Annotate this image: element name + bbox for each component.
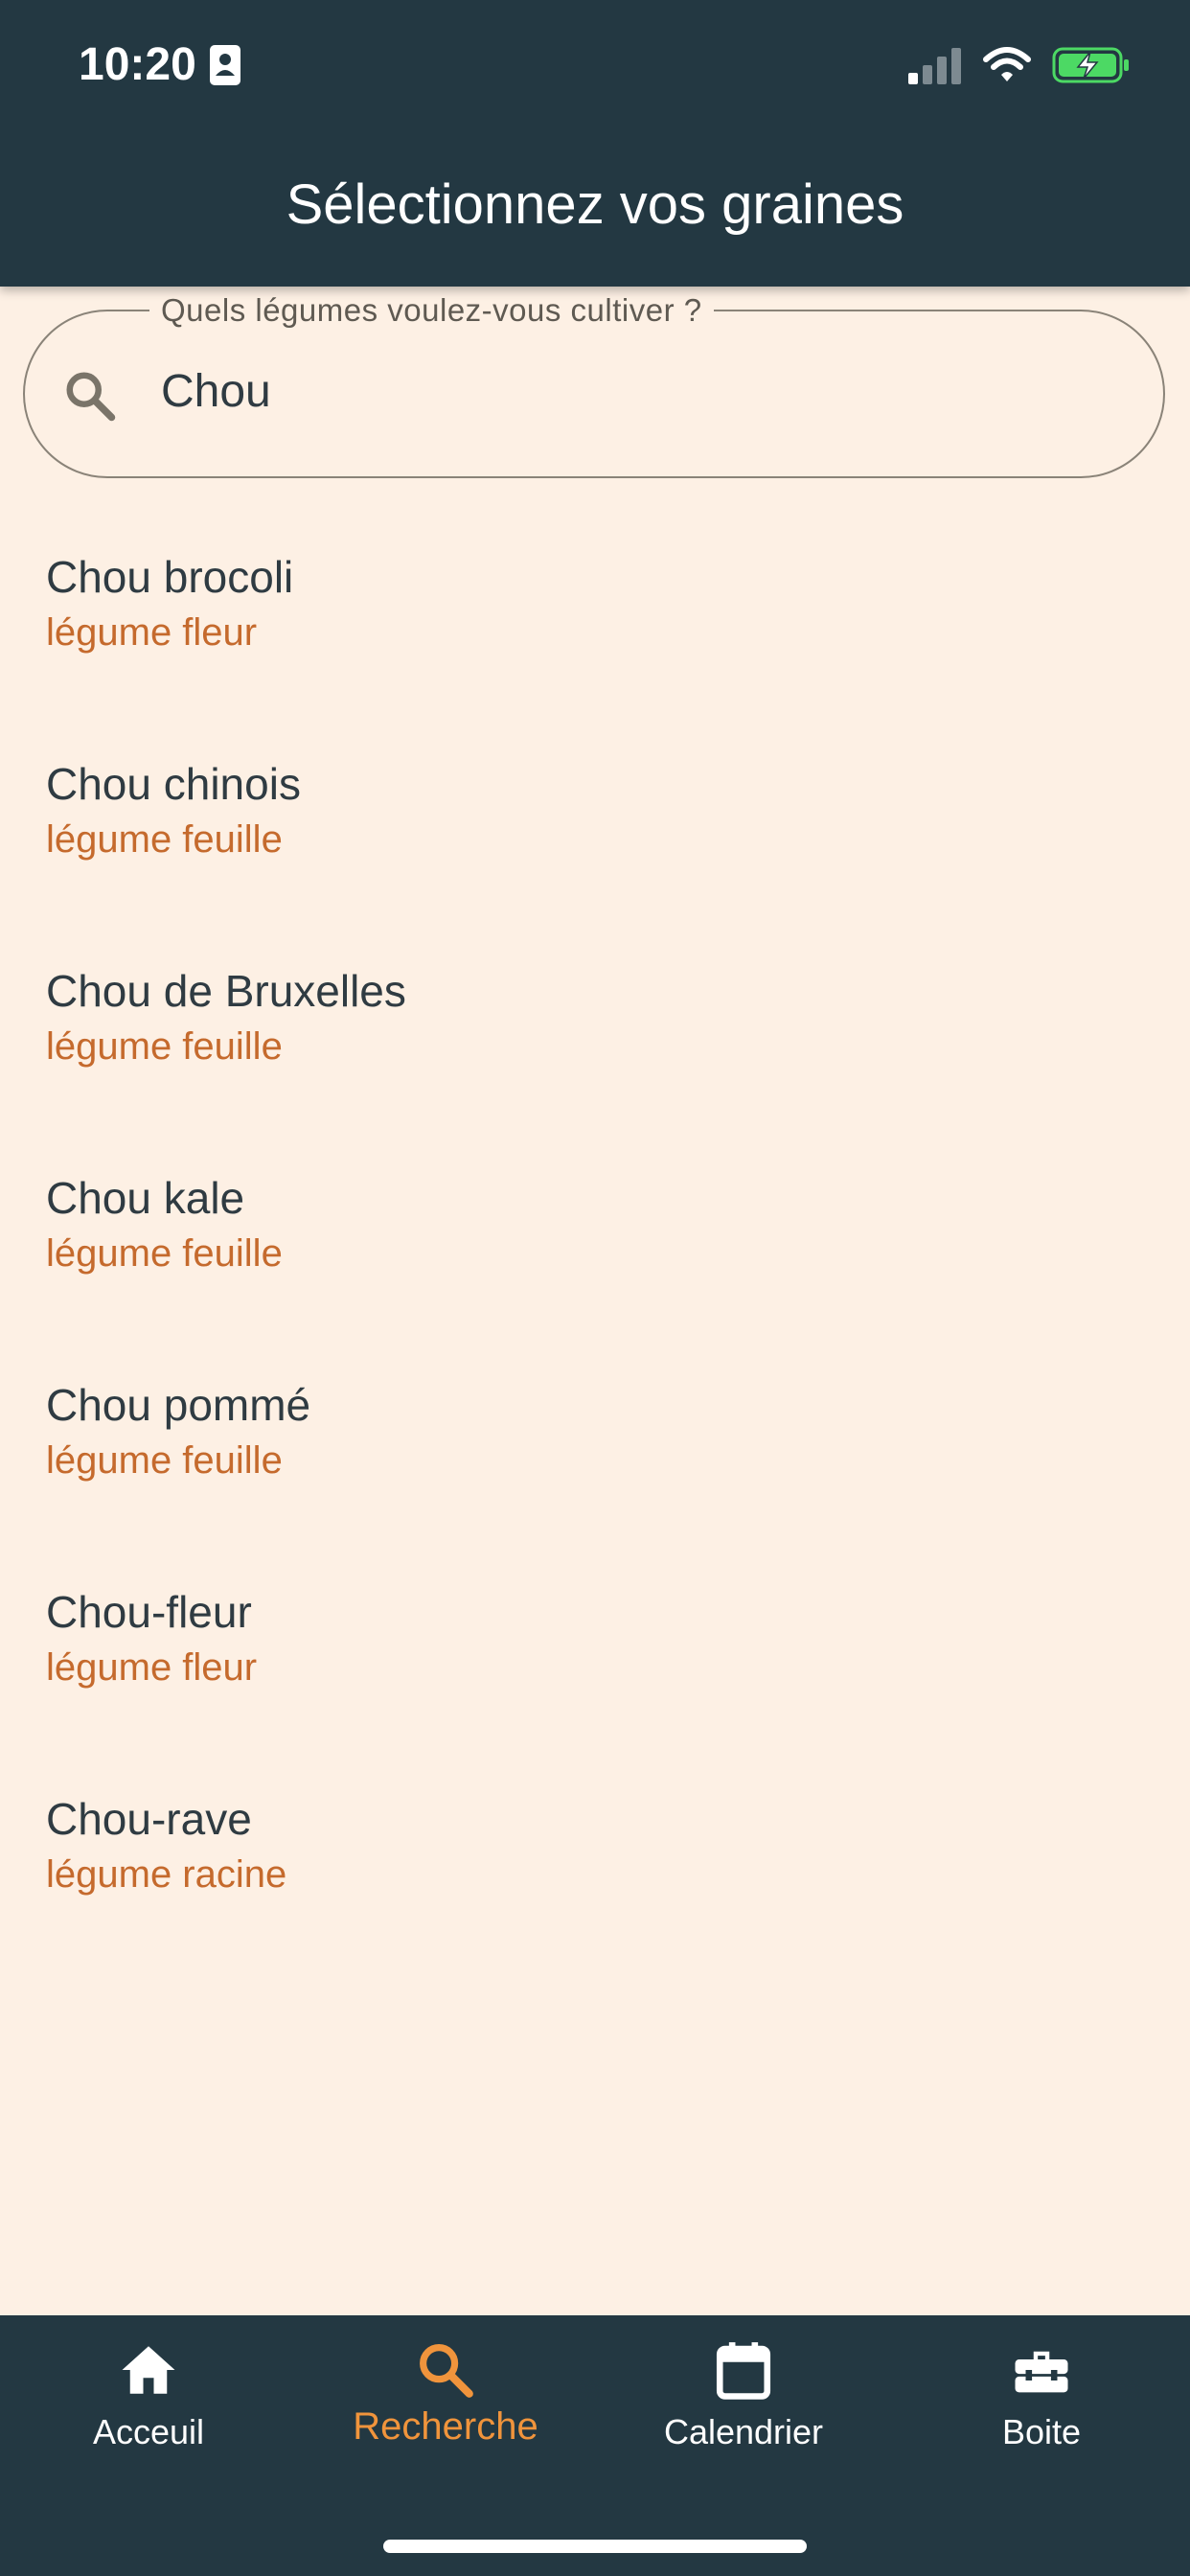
clock: 10:20: [79, 39, 196, 90]
vegetable-name: Chou brocoli: [46, 552, 294, 602]
toolbox-icon: [1015, 2351, 1068, 2393]
vegetable-category: légume fleur: [46, 1646, 258, 1689]
nav-item-boite[interactable]: Boite: [893, 2338, 1190, 2455]
vegetable-category: légume racine: [46, 1853, 287, 1896]
signal-icon: [908, 48, 961, 84]
search-icon: [66, 372, 116, 422]
battery-charging-icon: [1052, 47, 1129, 83]
list-item[interactable]: Chou kale légume feuille: [46, 1169, 1100, 1280]
vegetable-name: Chou-fleur: [46, 1587, 252, 1637]
vegetable-name: Chou pommé: [46, 1380, 311, 1430]
list-item[interactable]: Chou de Bruxelles légume feuille: [46, 962, 1100, 1073]
vegetable-category: légume fleur: [46, 611, 258, 654]
vegetable-name: Chou kale: [46, 1173, 245, 1223]
nav-item-calendrier[interactable]: Calendrier: [595, 2338, 892, 2455]
nav-label: Acceuil: [92, 2412, 205, 2451]
status-indicators: [908, 42, 1131, 88]
vegetable-category: légume feuille: [46, 818, 283, 861]
status-bar-time: 10:20: [79, 36, 240, 94]
list-item[interactable]: Chou brocoli légume fleur: [46, 548, 1100, 659]
nav-item-recherche[interactable]: Recherche: [297, 2338, 594, 2450]
list-item[interactable]: Chou chinois légume feuille: [46, 755, 1100, 866]
wifi-icon: [983, 47, 1031, 81]
calendar-icon: [716, 2342, 771, 2400]
vegetable-name: Chou de Bruxelles: [46, 966, 406, 1016]
search-field-label: Quels légumes voulez-vous cultiver ?: [149, 289, 714, 332]
list-item[interactable]: Chou pommé légume feuille: [46, 1376, 1100, 1487]
list-item[interactable]: Chou-rave légume racine: [46, 1790, 1100, 1901]
search-input[interactable]: Chou: [161, 360, 271, 424]
app-header: 10:20 Sélectionnez vos graines: [0, 0, 1190, 287]
vegetable-name: Chou-rave: [46, 1794, 252, 1844]
page-title: Sélectionnez vos graines: [286, 173, 904, 236]
home-icon: [122, 2346, 175, 2394]
vegetable-category: légume feuille: [46, 1232, 283, 1275]
list-item[interactable]: Chou-fleur légume fleur: [46, 1583, 1100, 1694]
vegetable-category: légume feuille: [46, 1025, 283, 1068]
nav-label: Recherche: [353, 2405, 538, 2448]
nav-label: Calendrier: [663, 2412, 824, 2451]
search-icon: [420, 2344, 473, 2398]
vegetable-category: légume feuille: [46, 1439, 283, 1482]
nav-label: Boite: [1001, 2412, 1082, 2451]
contact-card-icon: [209, 45, 240, 85]
home-indicator[interactable]: [383, 2540, 807, 2553]
vegetable-name: Chou chinois: [46, 759, 301, 809]
nav-item-accueil[interactable]: Acceuil: [0, 2338, 297, 2455]
